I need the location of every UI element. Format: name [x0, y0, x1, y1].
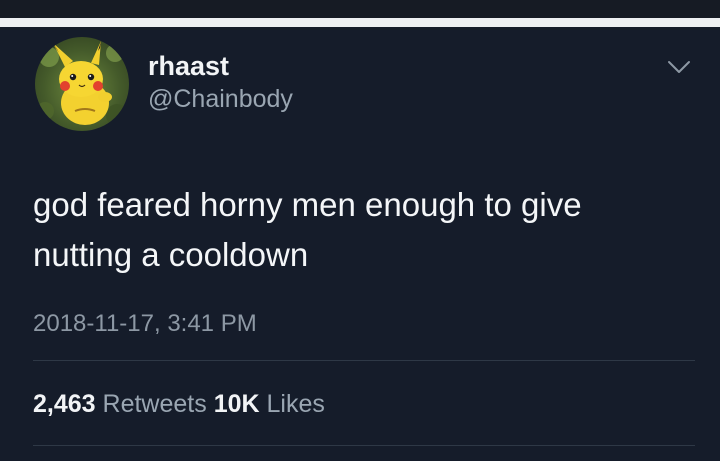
tweet-card: rhaast @Chainbody god feared horny men e… — [0, 27, 720, 461]
tweet-text-line: nutting a cooldown — [33, 236, 309, 273]
timestamp[interactable]: 2018-11-17, 3:41 PM — [33, 310, 257, 338]
pikachu-avatar-icon — [36, 41, 128, 126]
divider — [33, 360, 695, 361]
divider — [33, 445, 695, 446]
retweets-count: 2,463 — [33, 390, 96, 418]
retweets-label: Retweets — [102, 390, 207, 418]
likes-count: 10K — [213, 390, 260, 418]
tweet-stats: 2,463 Retweets 10K Likes — [33, 390, 325, 419]
avatar[interactable] — [35, 37, 129, 131]
tweet-text: god feared horny men enough to give nutt… — [33, 180, 693, 280]
tweet-text-line: god feared horny men enough to give — [33, 186, 582, 223]
top-band — [0, 0, 720, 18]
handle[interactable]: @Chainbody — [148, 85, 293, 114]
chevron-down-icon[interactable] — [667, 59, 691, 75]
likes-label: Likes — [266, 390, 325, 418]
likes-stat[interactable]: 10K Likes — [214, 390, 325, 418]
top-divider — [0, 18, 720, 27]
display-name[interactable]: rhaast — [148, 51, 229, 82]
retweets-stat[interactable]: 2,463 Retweets — [33, 390, 214, 418]
